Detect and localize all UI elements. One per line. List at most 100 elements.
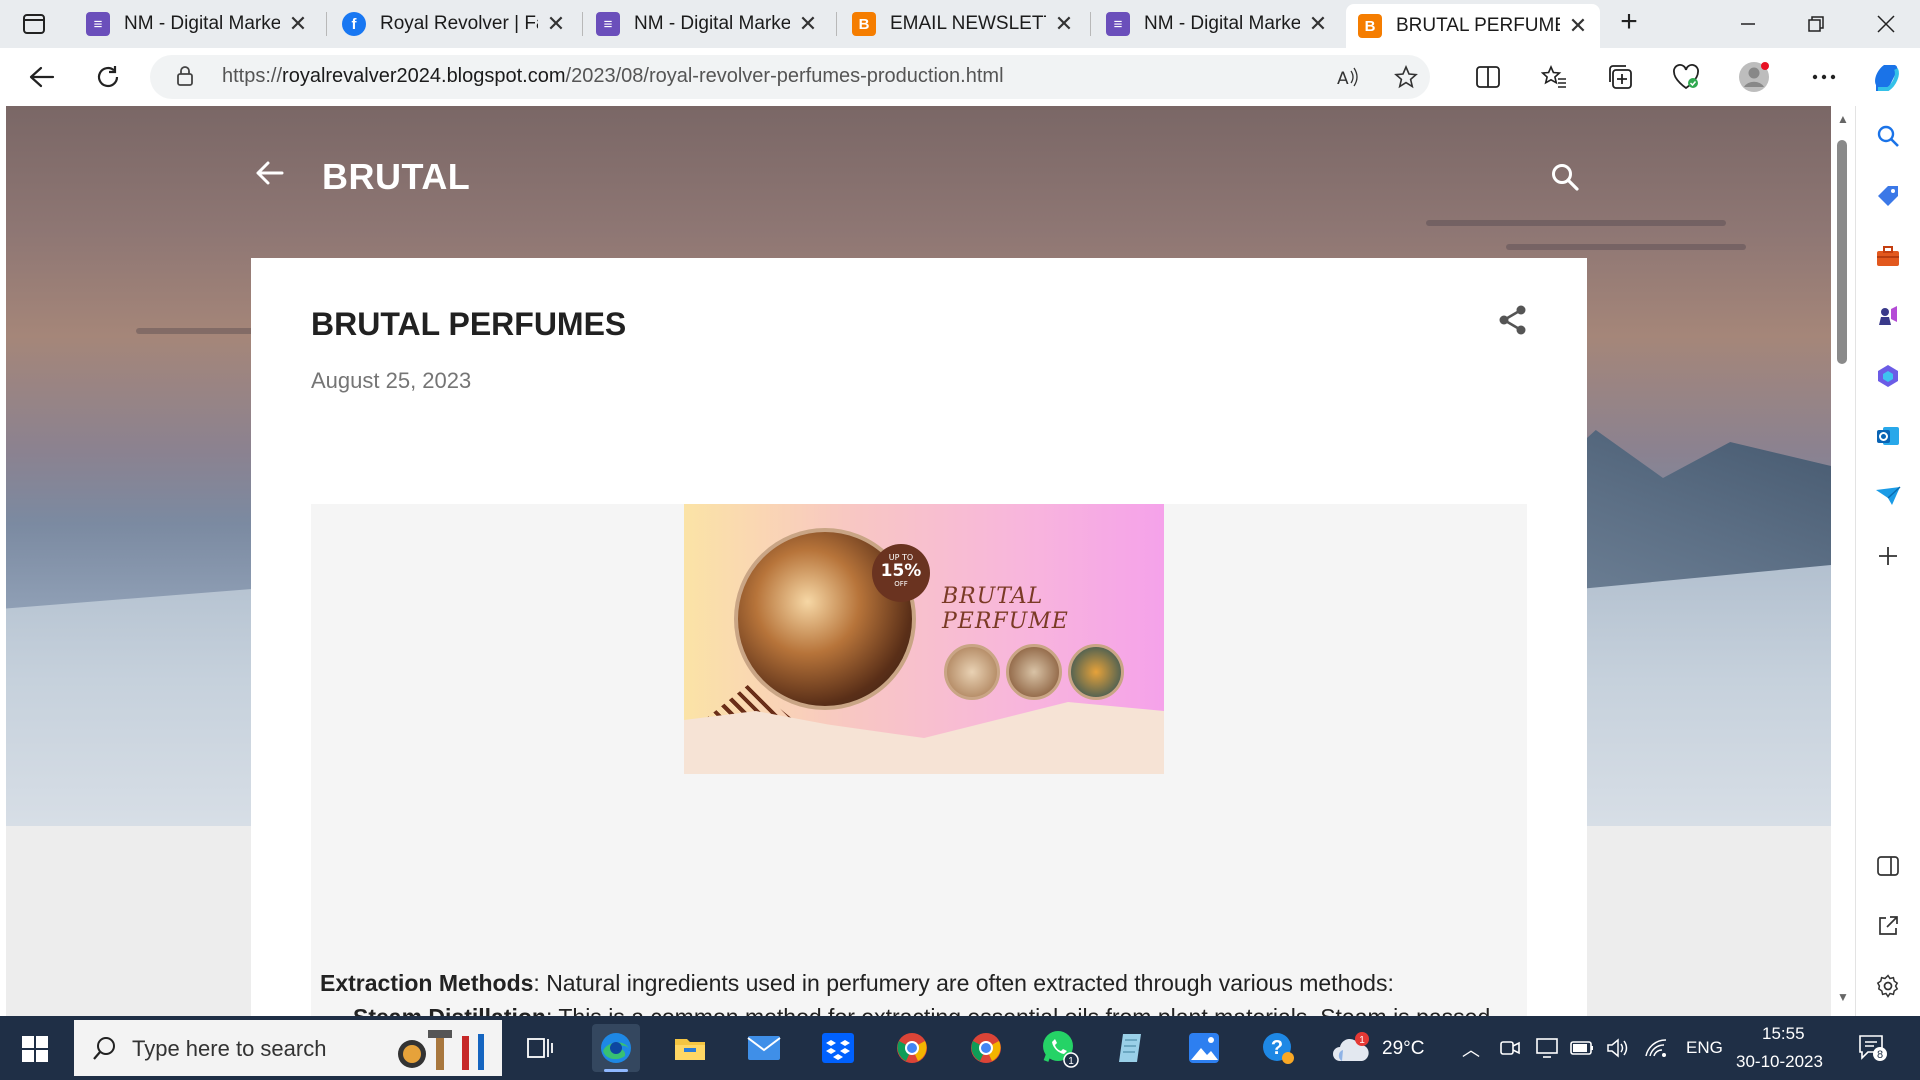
browser-toolbar: https://royalrevalver2024.blogspot.com/2… bbox=[0, 48, 1920, 106]
edge-taskbar-icon[interactable] bbox=[592, 1024, 640, 1072]
close-icon[interactable]: ✕ bbox=[288, 11, 308, 37]
svg-text:?: ? bbox=[1271, 1037, 1283, 1059]
svg-text:1: 1 bbox=[1359, 1035, 1365, 1046]
photos-icon[interactable] bbox=[1180, 1024, 1228, 1072]
tab-1[interactable]: ≡ NM - Digital Marketi ✕ bbox=[74, 4, 320, 44]
settings-gear-icon[interactable] bbox=[1872, 970, 1904, 1002]
favorites-icon[interactable] bbox=[1538, 61, 1570, 93]
share-icon[interactable] bbox=[1497, 304, 1533, 340]
drop-icon[interactable] bbox=[1872, 480, 1904, 512]
close-icon[interactable]: ✕ bbox=[546, 11, 566, 37]
chrome-icon[interactable] bbox=[888, 1024, 936, 1072]
discount-badge: UP TO 15% OFF bbox=[872, 544, 930, 602]
more-options-icon[interactable] bbox=[1808, 61, 1840, 93]
thumbnail-image bbox=[944, 644, 1000, 700]
search-icon bbox=[92, 1035, 118, 1066]
list-icon: ≡ bbox=[1106, 12, 1130, 36]
weather-cloud-icon[interactable]: 1 bbox=[1328, 1024, 1376, 1072]
shopping-tag-icon[interactable] bbox=[1872, 180, 1904, 212]
favorite-star-icon[interactable] bbox=[1394, 64, 1418, 94]
post-date[interactable]: August 25, 2023 bbox=[311, 368, 471, 394]
edge-sidebar bbox=[1855, 106, 1920, 1016]
url-text[interactable]: https://royalrevalver2024.blogspot.com/2… bbox=[222, 65, 1004, 88]
address-bar[interactable]: https://royalrevalver2024.blogspot.com/2… bbox=[150, 55, 1430, 99]
language-indicator[interactable]: ENG bbox=[1686, 1038, 1723, 1058]
close-icon[interactable]: ✕ bbox=[798, 11, 818, 37]
task-view-icon[interactable] bbox=[516, 1024, 564, 1072]
tab-4[interactable]: B EMAIL NEWSLETTER ✕ bbox=[840, 4, 1086, 44]
restore-button[interactable] bbox=[1792, 6, 1840, 42]
chrome-icon[interactable] bbox=[962, 1024, 1010, 1072]
search-placeholder: Type here to search bbox=[132, 1036, 327, 1061]
browser-essentials-icon[interactable] bbox=[1670, 61, 1702, 93]
scroll-down-icon[interactable]: ▼ bbox=[1836, 990, 1850, 1004]
page-viewport: BRUTAL BRUTAL PERFUMES August 25, 2023 U… bbox=[6, 106, 1831, 1016]
tab-title: BRUTAL PERFUMES bbox=[1396, 15, 1560, 36]
dropbox-icon[interactable] bbox=[814, 1024, 862, 1072]
clock-time[interactable]: 15:55 bbox=[1762, 1024, 1805, 1044]
add-sidebar-app-icon[interactable] bbox=[1872, 540, 1904, 572]
meet-now-icon[interactable] bbox=[1500, 1038, 1520, 1063]
search-icon[interactable] bbox=[1872, 120, 1904, 152]
close-icon[interactable]: ✕ bbox=[1054, 11, 1074, 37]
close-icon[interactable]: ✕ bbox=[1568, 13, 1588, 39]
tab-5[interactable]: ≡ NM - Digital Marketi ✕ bbox=[1094, 4, 1340, 44]
file-explorer-icon[interactable] bbox=[666, 1024, 714, 1072]
notepad-icon[interactable] bbox=[1108, 1024, 1156, 1072]
back-arrow-icon[interactable] bbox=[254, 158, 290, 194]
scroll-up-icon[interactable]: ▲ bbox=[1836, 112, 1850, 126]
whatsapp-icon[interactable]: 1 bbox=[1036, 1024, 1084, 1072]
blogger-icon: B bbox=[1358, 14, 1382, 38]
tab-actions-menu-icon[interactable] bbox=[18, 10, 50, 38]
blog-title[interactable]: BRUTAL bbox=[322, 156, 470, 198]
read-aloud-icon[interactable]: A bbox=[1336, 65, 1360, 94]
hide-sidebar-icon[interactable] bbox=[1872, 850, 1904, 882]
volume-icon[interactable] bbox=[1606, 1038, 1628, 1063]
close-icon[interactable]: ✕ bbox=[1308, 11, 1328, 37]
mail-icon[interactable] bbox=[740, 1024, 788, 1072]
tab-title: EMAIL NEWSLETTER bbox=[890, 13, 1046, 34]
tab-2[interactable]: f Royal Revolver | Fac ✕ bbox=[330, 4, 578, 44]
vertical-scrollbar[interactable]: ▲ ▼ bbox=[1831, 106, 1855, 1016]
scrollbar-thumb[interactable] bbox=[1837, 140, 1847, 364]
weather-temperature[interactable]: 29°C bbox=[1382, 1038, 1424, 1060]
taskbar-search-box[interactable]: Type here to search bbox=[74, 1020, 502, 1076]
games-icon[interactable] bbox=[1872, 300, 1904, 332]
search-highlight-tools-icon bbox=[392, 1026, 492, 1072]
notifications-icon[interactable]: 8 bbox=[1858, 1034, 1888, 1067]
help-icon[interactable]: ? bbox=[1254, 1024, 1302, 1072]
tab-title: NM - Digital Marketi bbox=[634, 13, 790, 34]
lock-icon[interactable] bbox=[176, 65, 194, 92]
wifi-icon[interactable] bbox=[1644, 1038, 1668, 1063]
microsoft-365-icon[interactable] bbox=[1872, 360, 1904, 392]
tab-3[interactable]: ≡ NM - Digital Marketi ✕ bbox=[584, 4, 830, 44]
tab-strip: ≡ NM - Digital Marketi ✕ f Royal Revolve… bbox=[0, 0, 1920, 48]
collections-icon[interactable] bbox=[1604, 61, 1636, 93]
tools-icon[interactable] bbox=[1872, 240, 1904, 272]
paragraph: Extraction Methods: Natural ingredients … bbox=[320, 970, 1394, 996]
back-button[interactable] bbox=[26, 61, 58, 93]
tab-6-active[interactable]: B BRUTAL PERFUMES ✕ bbox=[1346, 4, 1600, 48]
minimize-button[interactable] bbox=[1724, 6, 1772, 42]
display-icon[interactable] bbox=[1536, 1038, 1558, 1063]
perfume-banner-image[interactable]: UP TO 15% OFF BRUTAL PERFUME bbox=[684, 504, 1164, 774]
show-hidden-icons-chevron-icon[interactable]: ︿ bbox=[1462, 1036, 1480, 1062]
profile-avatar[interactable] bbox=[1738, 61, 1770, 93]
thumbnail-image bbox=[1068, 644, 1124, 700]
close-window-button[interactable] bbox=[1862, 6, 1910, 42]
open-in-window-icon[interactable] bbox=[1872, 910, 1904, 942]
windows-start-icon[interactable] bbox=[22, 1036, 48, 1062]
clock-date[interactable]: 30-10-2023 bbox=[1736, 1052, 1823, 1072]
outlook-icon[interactable] bbox=[1872, 420, 1904, 452]
search-icon[interactable] bbox=[1550, 162, 1582, 194]
list-icon: ≡ bbox=[86, 12, 110, 36]
svg-text:A: A bbox=[1337, 69, 1349, 89]
new-tab-button[interactable]: + bbox=[1614, 7, 1644, 38]
facebook-icon: f bbox=[342, 12, 366, 36]
refresh-button[interactable] bbox=[92, 61, 124, 93]
banner-title: BRUTAL PERFUME bbox=[942, 584, 1069, 634]
copilot-icon[interactable] bbox=[1870, 61, 1902, 93]
battery-icon[interactable] bbox=[1570, 1040, 1594, 1061]
tab-title: Royal Revolver | Fac bbox=[380, 13, 538, 34]
split-screen-icon[interactable] bbox=[1472, 61, 1504, 93]
